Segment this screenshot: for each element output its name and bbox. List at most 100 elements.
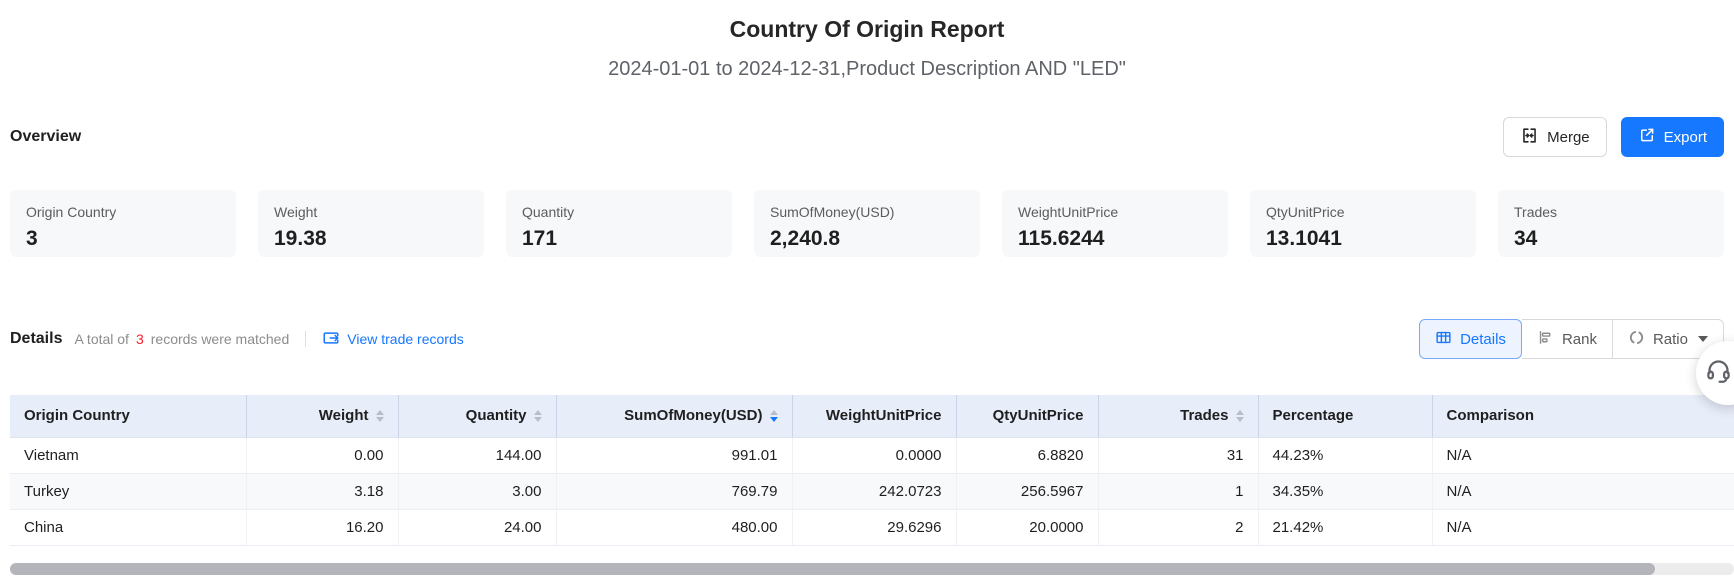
cell-qty-unit-price: 256.5967 bbox=[956, 473, 1098, 509]
overview-card-weight: Weight 19.38 bbox=[258, 190, 484, 257]
cell-weight-unit-price: 29.6296 bbox=[792, 509, 956, 545]
export-button[interactable]: Export bbox=[1621, 117, 1724, 157]
cell-sum-of-money: 480.00 bbox=[556, 509, 792, 545]
cell-qty-unit-price: 20.0000 bbox=[956, 509, 1098, 545]
overview-card-sum-of-money: SumOfMoney(USD) 2,240.8 bbox=[754, 190, 980, 257]
view-switch-group: Details Rank Ratio bbox=[1419, 319, 1724, 359]
overview-card-weight-unit-price: WeightUnitPrice 115.6244 bbox=[1002, 190, 1228, 257]
sort-icon-desc-active bbox=[770, 410, 778, 422]
column-header-origin-country: Origin Country bbox=[10, 395, 246, 437]
cell-trades: 1 bbox=[1098, 473, 1258, 509]
cell-percentage: 44.23% bbox=[1258, 437, 1432, 473]
overview-heading: Overview bbox=[10, 128, 81, 146]
overview-card-quantity: Quantity 171 bbox=[506, 190, 732, 257]
cell-percentage: 21.42% bbox=[1258, 509, 1432, 545]
cell-weight-unit-price: 0.0000 bbox=[792, 437, 956, 473]
cell-comparison: N/A bbox=[1432, 473, 1734, 509]
view-switch-rank-label: Rank bbox=[1562, 331, 1597, 348]
cell-weight: 0.00 bbox=[246, 437, 398, 473]
column-header-weight[interactable]: Weight bbox=[246, 395, 398, 437]
card-label: Trades bbox=[1514, 203, 1708, 221]
sort-icon bbox=[376, 410, 384, 422]
column-header-weight-unit-price: WeightUnitPrice bbox=[792, 395, 956, 437]
column-header-trades[interactable]: Trades bbox=[1098, 395, 1258, 437]
card-value: 19.38 bbox=[274, 227, 468, 251]
cell-quantity: 3.00 bbox=[398, 473, 556, 509]
details-table: Origin Country Weight Quantity SumOfMone… bbox=[10, 395, 1734, 546]
view-trade-records-link[interactable]: View trade records bbox=[322, 329, 463, 350]
cell-weight: 3.18 bbox=[246, 473, 398, 509]
cell-sum-of-money: 769.79 bbox=[556, 473, 792, 509]
table-grid-icon bbox=[1435, 329, 1452, 350]
card-label: WeightUnitPrice bbox=[1018, 203, 1212, 221]
column-header-quantity[interactable]: Quantity bbox=[398, 395, 556, 437]
vertical-divider bbox=[305, 331, 306, 347]
card-value: 115.6244 bbox=[1018, 227, 1212, 251]
card-label: Origin Country bbox=[26, 203, 220, 221]
column-header-percentage: Percentage bbox=[1258, 395, 1432, 437]
card-value: 3 bbox=[26, 227, 220, 251]
details-summary: Details A total of 3 records were matche… bbox=[10, 329, 464, 350]
card-value: 2,240.8 bbox=[770, 227, 964, 251]
cell-percentage: 34.35% bbox=[1258, 473, 1432, 509]
merge-button-label: Merge bbox=[1547, 129, 1590, 146]
matched-count: 3 bbox=[136, 331, 144, 347]
table-header-row: Origin Country Weight Quantity SumOfMone… bbox=[10, 395, 1734, 437]
page-title: Country Of Origin Report bbox=[0, 0, 1734, 44]
sort-icon bbox=[534, 410, 542, 422]
rank-bars-icon bbox=[1537, 329, 1554, 350]
cell-weight-unit-price: 242.0723 bbox=[792, 473, 956, 509]
ratio-donut-icon bbox=[1628, 329, 1645, 350]
card-label: QtyUnitPrice bbox=[1266, 203, 1460, 221]
column-header-comparison: Comparison bbox=[1432, 395, 1734, 437]
report-subtitle: 2024-01-01 to 2024-12-31,Product Descrip… bbox=[0, 56, 1734, 82]
table-row-vietnam: Vietnam 0.00 144.00 991.01 0.0000 6.8820… bbox=[10, 437, 1734, 473]
merge-icon bbox=[1520, 126, 1539, 149]
view-switch-ratio-label: Ratio bbox=[1653, 331, 1688, 348]
cell-origin-country: Turkey bbox=[10, 473, 246, 509]
summary-suffix: records were matched bbox=[151, 331, 290, 347]
headset-icon bbox=[1696, 357, 1732, 389]
view-switch-details-button[interactable]: Details bbox=[1419, 319, 1522, 359]
trade-records-icon bbox=[322, 329, 340, 350]
view-trade-records-label: View trade records bbox=[347, 331, 463, 347]
chevron-down-icon bbox=[1698, 336, 1708, 342]
column-header-sum-of-money[interactable]: SumOfMoney(USD) bbox=[556, 395, 792, 437]
cell-comparison: N/A bbox=[1432, 509, 1734, 545]
table-row-turkey: Turkey 3.18 3.00 769.79 242.0723 256.596… bbox=[10, 473, 1734, 509]
toolbar-buttons: Merge Export bbox=[1503, 117, 1724, 157]
horizontal-scrollbar-track[interactable] bbox=[10, 563, 1734, 575]
cell-quantity: 24.00 bbox=[398, 509, 556, 545]
cell-sum-of-money: 991.01 bbox=[556, 437, 792, 473]
export-button-label: Export bbox=[1664, 129, 1707, 146]
card-value: 171 bbox=[522, 227, 716, 251]
view-switch-rank-button[interactable]: Rank bbox=[1522, 319, 1613, 359]
view-switch-details-label: Details bbox=[1460, 331, 1506, 348]
overview-card-origin-country: Origin Country 3 bbox=[10, 190, 236, 257]
cell-comparison: N/A bbox=[1432, 437, 1734, 473]
cell-weight: 16.20 bbox=[246, 509, 398, 545]
cell-origin-country: China bbox=[10, 509, 246, 545]
card-value: 34 bbox=[1514, 227, 1708, 251]
summary-prefix: A total of bbox=[74, 331, 128, 347]
details-bar: Details A total of 3 records were matche… bbox=[10, 319, 1724, 359]
cell-trades: 2 bbox=[1098, 509, 1258, 545]
overview-toolbar: Overview Merge Export bbox=[10, 116, 1724, 158]
cell-qty-unit-price: 6.8820 bbox=[956, 437, 1098, 473]
cell-origin-country: Vietnam bbox=[10, 437, 246, 473]
export-icon bbox=[1638, 126, 1656, 148]
cell-quantity: 144.00 bbox=[398, 437, 556, 473]
horizontal-scrollbar-thumb[interactable] bbox=[10, 563, 1655, 575]
card-label: Weight bbox=[274, 203, 468, 221]
overview-card-trades: Trades 34 bbox=[1498, 190, 1724, 257]
overview-card-qty-unit-price: QtyUnitPrice 13.1041 bbox=[1250, 190, 1476, 257]
merge-button[interactable]: Merge bbox=[1503, 117, 1607, 157]
overview-cards: Origin Country 3 Weight 19.38 Quantity 1… bbox=[10, 190, 1724, 257]
card-value: 13.1041 bbox=[1266, 227, 1460, 251]
sort-icon bbox=[1236, 410, 1244, 422]
card-label: Quantity bbox=[522, 203, 716, 221]
details-heading: Details bbox=[10, 330, 62, 348]
cell-trades: 31 bbox=[1098, 437, 1258, 473]
column-header-qty-unit-price: QtyUnitPrice bbox=[956, 395, 1098, 437]
card-label: SumOfMoney(USD) bbox=[770, 203, 964, 221]
